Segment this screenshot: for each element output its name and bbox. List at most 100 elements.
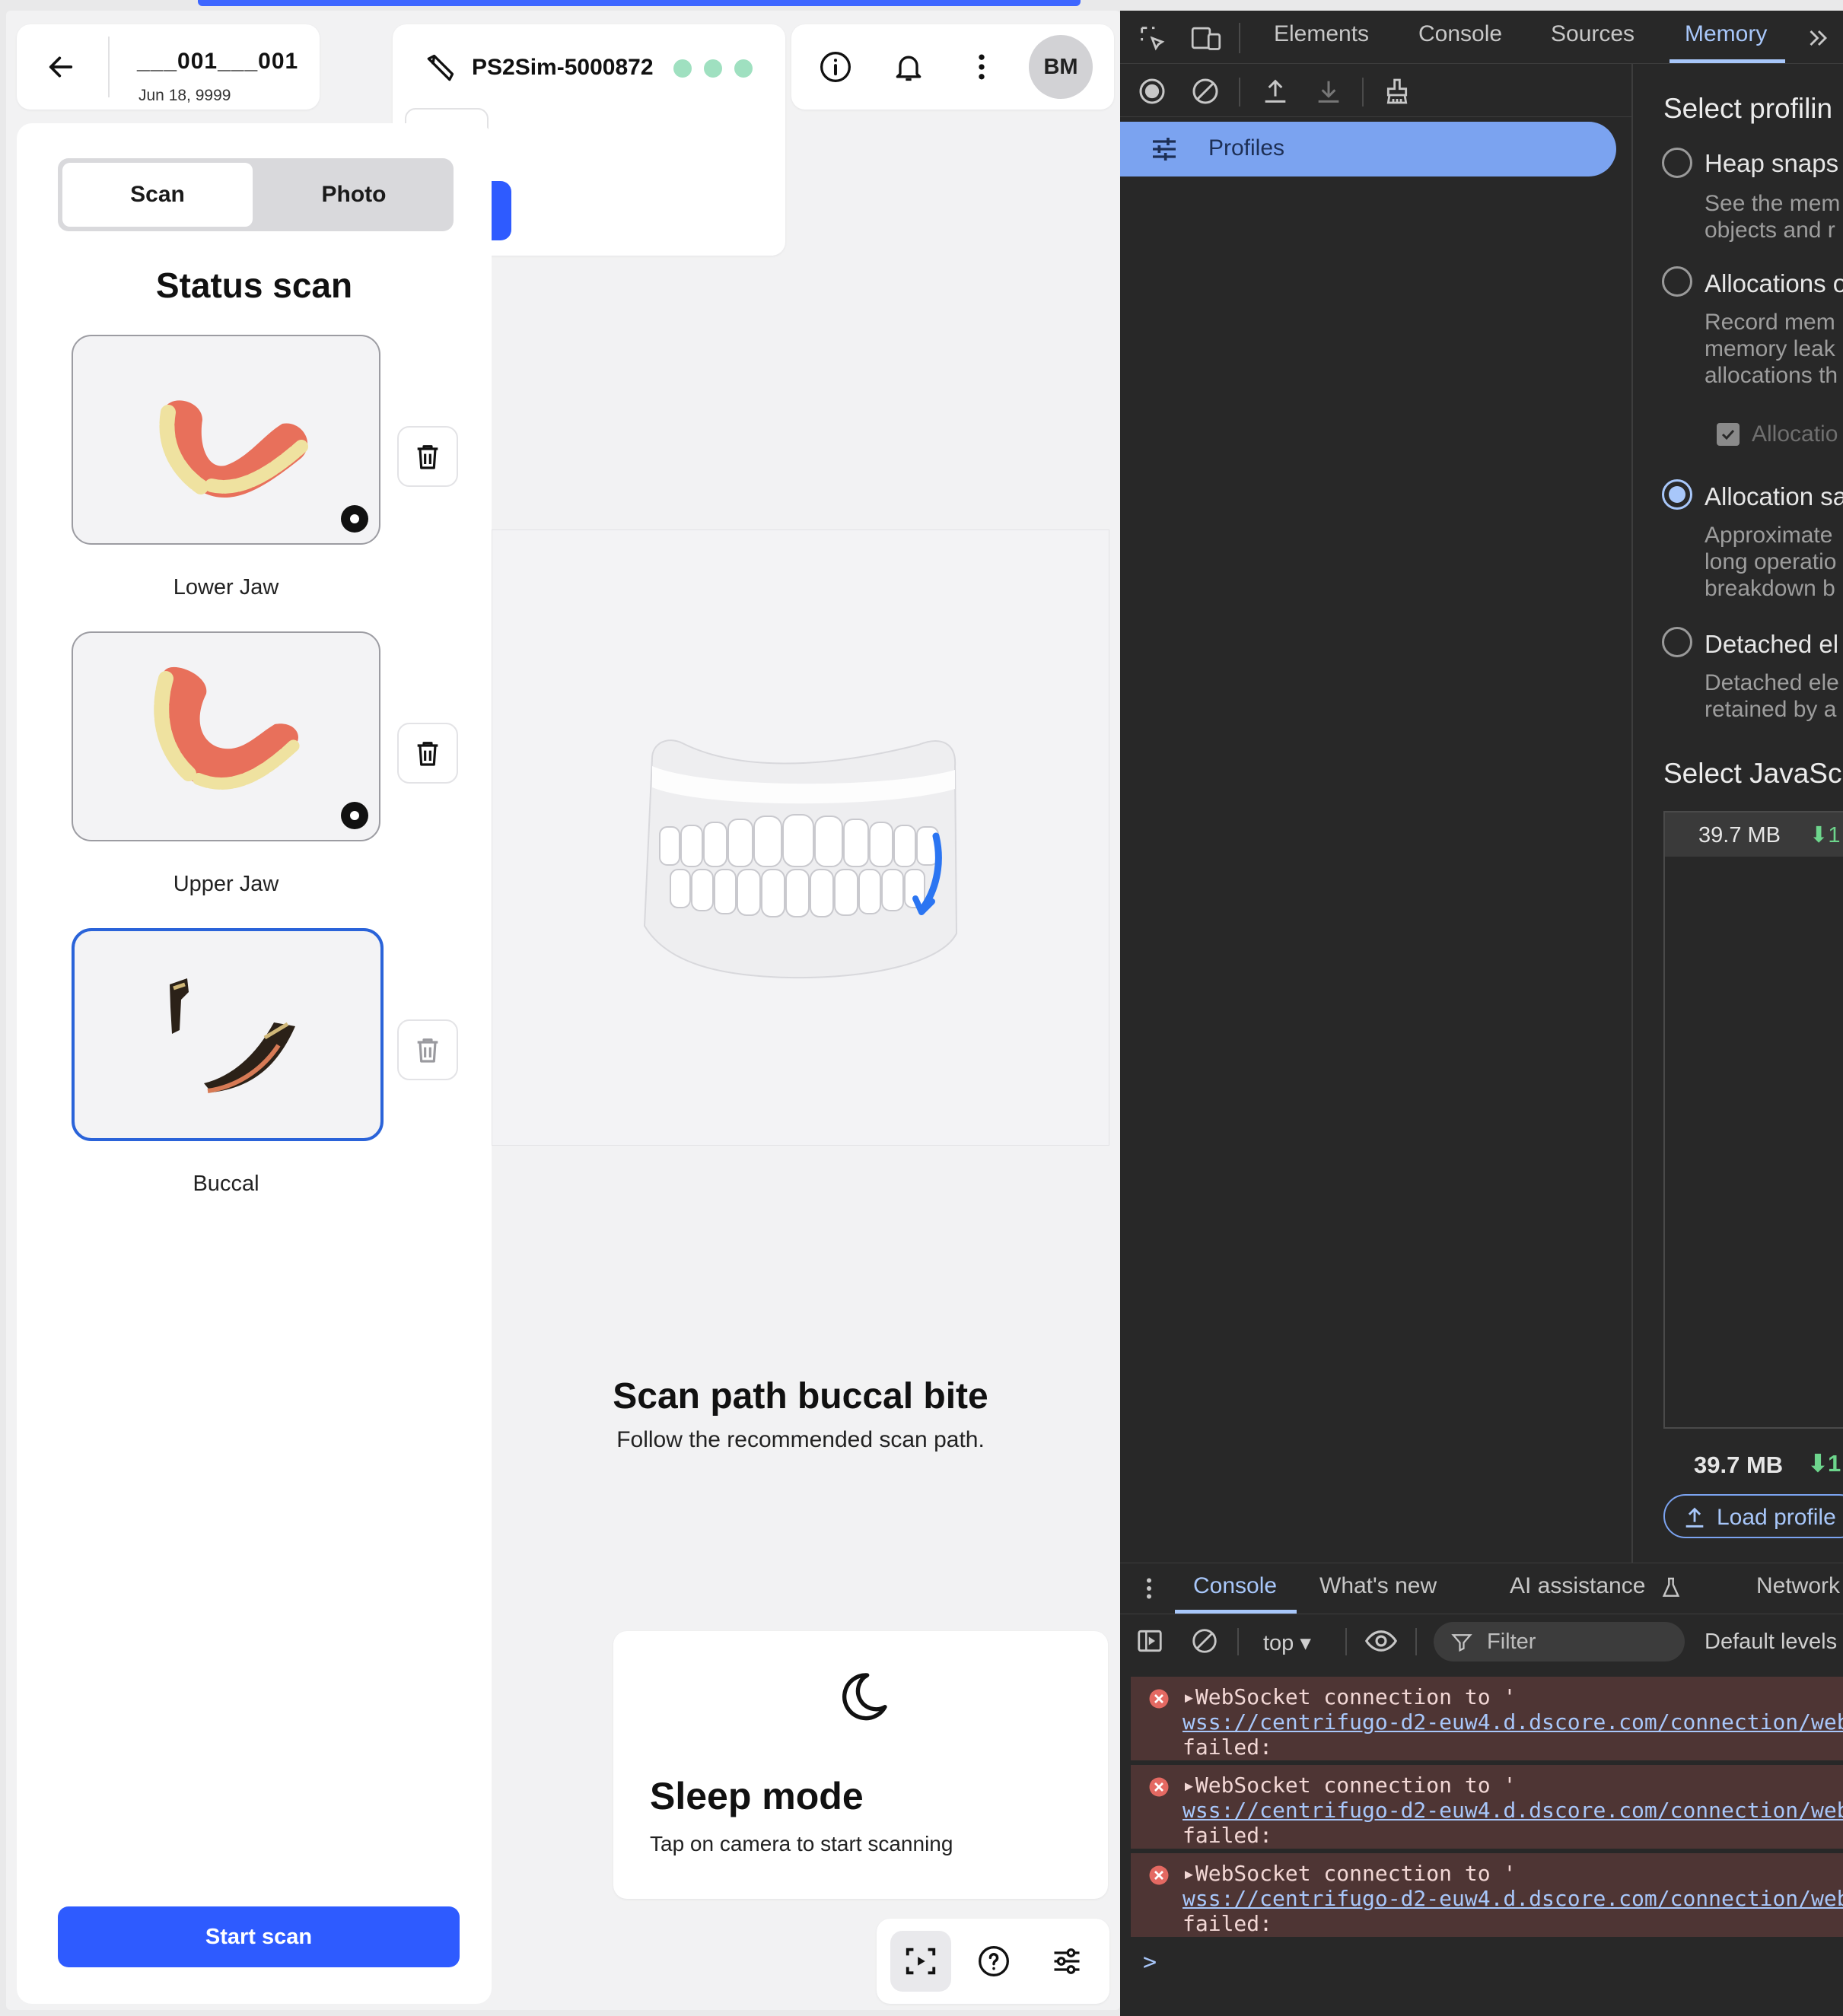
message-prefix: WebSocket connection to '	[1195, 1861, 1517, 1886]
filter-input[interactable]: Filter	[1434, 1622, 1685, 1661]
tab-elements[interactable]: Elements	[1274, 21, 1369, 47]
trash-icon	[417, 1038, 438, 1063]
option-heap-snapshot-desc: See the mem objects and r	[1705, 191, 1841, 243]
scan-path-viewer	[492, 529, 1109, 1146]
instruction-title: Scan path buccal bite	[613, 1376, 988, 1417]
back-button[interactable]	[30, 37, 91, 97]
option-heap-snapshot-title: Heap snaps	[1705, 149, 1839, 177]
drawer-tab-whats-new[interactable]: What's new	[1319, 1573, 1437, 1599]
info-icon	[820, 52, 851, 82]
delete-buccal-button[interactable]	[397, 1019, 458, 1080]
scan-thumbnail-buccal[interactable]	[72, 928, 384, 1141]
status-dot	[734, 59, 753, 78]
console-error-message[interactable]: ▸WebSocket connection to ' wss://centrif…	[1131, 1765, 1843, 1849]
radio-allocations-timeline[interactable]	[1662, 266, 1692, 297]
device-toolbar-icon[interactable]	[1190, 23, 1222, 53]
js-vm-row[interactable]: 39.7 MB ⬇1	[1665, 812, 1843, 857]
status-dot	[673, 59, 692, 78]
message-url-link[interactable]: wss://centrifugo-d2-euw4.d.dscore.com/co…	[1183, 1886, 1843, 1911]
tab-memory[interactable]: Memory	[1685, 21, 1767, 47]
profiles-sidebar-item[interactable]: Profiles	[1120, 122, 1616, 176]
log-levels-dropdown[interactable]: Default levels	[1705, 1630, 1837, 1655]
settings-button[interactable]	[1036, 1931, 1097, 1992]
scan-thumbnail-lower-jaw[interactable]	[72, 335, 380, 545]
inspect-element-icon[interactable]	[1137, 23, 1167, 53]
vm-trend-value: 1	[1828, 823, 1841, 847]
upper-jaw-model-image	[154, 666, 300, 790]
error-icon	[1149, 1865, 1169, 1885]
lower-jaw-model-image	[159, 400, 308, 498]
allocation-stack-checkbox[interactable]	[1717, 423, 1740, 446]
avatar[interactable]: BM	[1029, 35, 1093, 99]
drawer-menu-icon[interactable]	[1135, 1573, 1163, 1604]
divider	[1415, 1628, 1417, 1655]
console-error-message[interactable]: ▸WebSocket connection to ' wss://centrif…	[1131, 1677, 1843, 1760]
mode-toggle: Scan Photo	[58, 158, 454, 231]
drawer-tab-network[interactable]: Network	[1756, 1573, 1840, 1599]
console-message-text: ▸WebSocket connection to ' wss://centrif…	[1183, 1773, 1843, 1848]
info-button[interactable]	[805, 37, 866, 97]
garbage-collect-icon[interactable]	[1382, 76, 1412, 107]
radio-heap-snapshot[interactable]	[1662, 148, 1692, 178]
sidebar-toggle-icon[interactable]	[1135, 1626, 1164, 1655]
trash-icon	[417, 742, 438, 766]
tab-console[interactable]: Console	[1418, 21, 1502, 47]
radio-allocation-sampling[interactable]	[1662, 479, 1692, 510]
help-button[interactable]	[963, 1931, 1024, 1992]
console-prompt[interactable]: >	[1143, 1949, 1157, 1976]
eye-icon[interactable]	[1364, 1625, 1399, 1657]
clear-console-icon[interactable]	[1190, 1626, 1219, 1655]
radio-detached-elements[interactable]	[1662, 627, 1692, 657]
context-selector[interactable]: top ▾	[1263, 1630, 1311, 1656]
tune-icon	[1153, 138, 1176, 161]
sleep-mode-title: Sleep mode	[650, 1775, 864, 1817]
option-detached-elements-desc: Detached ele retained by a	[1705, 670, 1839, 722]
scan-thumbnail-upper-jaw[interactable]	[72, 631, 380, 841]
message-url-link[interactable]: wss://centrifugo-d2-euw4.d.dscore.com/co…	[1183, 1709, 1843, 1735]
record-icon[interactable]	[1137, 76, 1167, 107]
load-profile-button[interactable]: Load profile	[1663, 1494, 1843, 1538]
scan-status-indicator	[341, 505, 368, 533]
message-prefix: WebSocket connection to '	[1195, 1684, 1517, 1709]
drawer-active-underline	[1175, 1610, 1297, 1614]
download-icon[interactable]	[1313, 76, 1344, 107]
filter-placeholder: Filter	[1487, 1630, 1536, 1654]
drawer-tab-ai-assistance[interactable]: AI assistance	[1510, 1573, 1645, 1599]
window-accent-bar	[198, 0, 1081, 6]
tab-scan[interactable]: Scan	[62, 163, 253, 227]
active-tab-underline	[1670, 59, 1785, 63]
tab-photo[interactable]: Photo	[259, 163, 449, 227]
option-allocation-sampling-title: Allocation sa	[1705, 482, 1843, 510]
capture-button[interactable]	[890, 1931, 951, 1992]
clear-icon[interactable]	[1190, 76, 1221, 107]
notifications-button[interactable]	[878, 37, 939, 97]
trash-icon	[417, 445, 438, 469]
drawer-tab-console[interactable]: Console	[1193, 1573, 1277, 1599]
vm-size: 39.7 MB	[1698, 823, 1781, 847]
buccal-model-image	[170, 978, 295, 1093]
delete-upper-jaw-button[interactable]	[397, 723, 458, 784]
tab-sources[interactable]: Sources	[1551, 21, 1635, 47]
message-prefix: WebSocket connection to '	[1195, 1773, 1517, 1798]
message-suffix: failed:	[1183, 1823, 1273, 1848]
vm-trend: ⬇1	[1810, 823, 1841, 847]
delete-lower-jaw-button[interactable]	[397, 426, 458, 487]
checkmark-icon	[1721, 429, 1735, 440]
divider	[1237, 1628, 1239, 1655]
case-card: ___001___001 Jun 18, 9999	[17, 24, 320, 110]
status-scan-title: Status scan	[155, 266, 353, 305]
console-error-message[interactable]: ▸WebSocket connection to ' wss://centrif…	[1131, 1853, 1843, 1937]
upload-icon[interactable]	[1260, 76, 1291, 107]
total-trend-value: 1	[1827, 1450, 1841, 1477]
upload-icon	[1685, 1507, 1704, 1528]
start-scan-button[interactable]: Start scan	[58, 1906, 460, 1967]
message-url-link[interactable]: wss://centrifugo-d2-euw4.d.dscore.com/co…	[1183, 1798, 1843, 1823]
option-detached-elements-title: Detached el	[1705, 630, 1839, 658]
case-date: Jun 18, 9999	[138, 87, 231, 104]
more-tabs-icon[interactable]	[1805, 24, 1832, 52]
select-js-vm-title: Select JavaSc	[1663, 758, 1842, 789]
total-js-heap-size: 39.7 MB	[1694, 1452, 1784, 1478]
option-allocations-timeline-title: Allocations o	[1705, 269, 1843, 297]
scan-label-lower-jaw: Lower Jaw	[173, 575, 279, 599]
more-menu-button[interactable]	[951, 37, 1012, 97]
